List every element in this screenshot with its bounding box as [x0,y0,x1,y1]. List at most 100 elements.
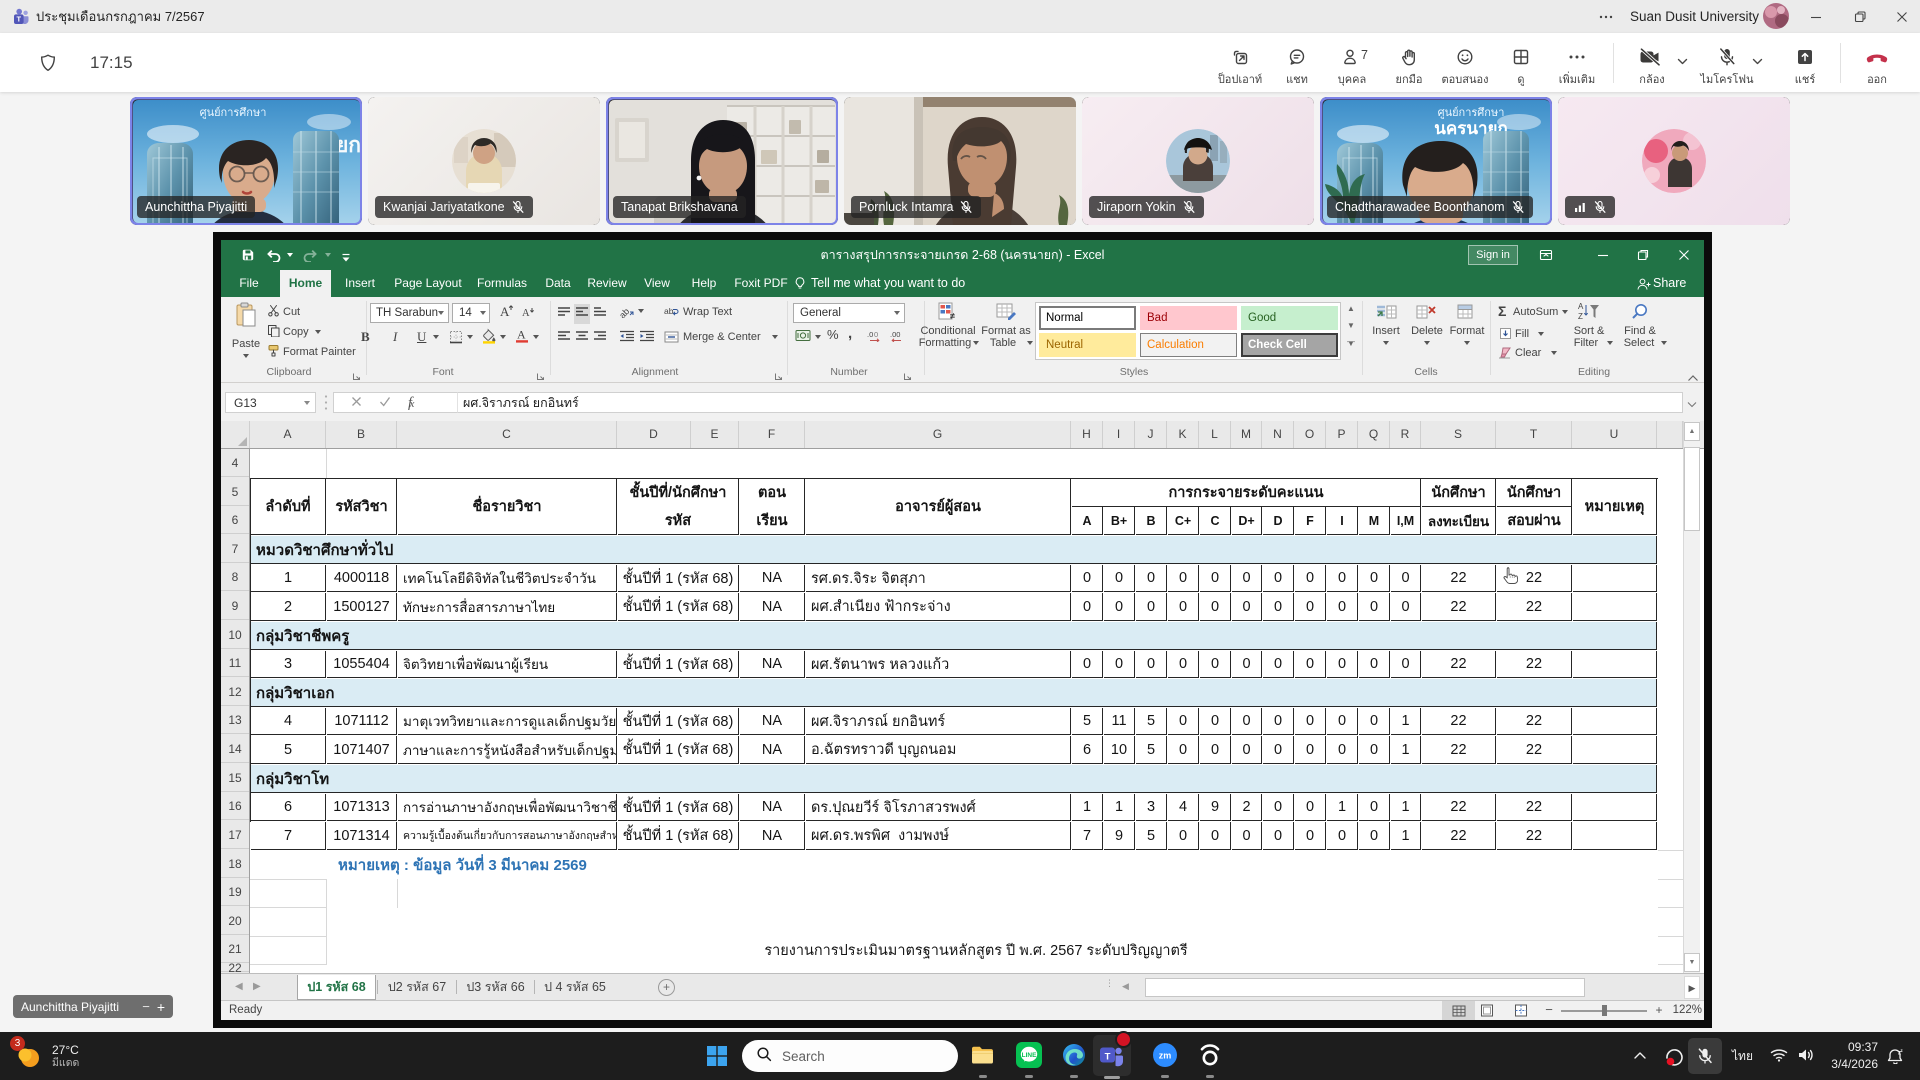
zoom-in-button[interactable]: + [1653,1001,1665,1020]
menu-tab-help[interactable]: Help [681,270,727,297]
cell-r8-sec[interactable]: NA [740,565,805,592]
borders-button[interactable] [449,330,463,349]
cell-r16-year[interactable]: ชั้นปีที่ 1 (รหัส 68) [618,794,739,821]
cell-r17-grade-6[interactable]: 0 [1263,822,1294,850]
cell-r14-passed[interactable]: 22 [1497,736,1572,764]
cell-r17-remark[interactable] [1573,822,1657,850]
participant-tile[interactable]: ศูนย์การศึกษา ยก Aunchittha Piyajitti [130,97,362,225]
view-page-break-icon[interactable] [1513,1004,1529,1020]
cell-r17-grade-1[interactable]: 9 [1104,822,1135,850]
menu-tab-view[interactable]: View [636,270,678,297]
start-button[interactable] [706,1045,728,1067]
cell-r17-code[interactable]: 1071314 [327,822,397,850]
font-name-combo[interactable]: TH Sarabun Ne [370,303,449,323]
cut-icon[interactable] [267,304,280,322]
cell-r16-grade-9[interactable]: 0 [1359,794,1390,821]
delete-cells-icon[interactable] [1416,303,1438,326]
cell-r11-grade-10[interactable]: 0 [1391,651,1421,678]
cell-r11-no[interactable]: 3 [251,651,326,678]
cell-r8-instructor[interactable]: รศ.ดร.จิระ จิตสุภา [806,565,1071,592]
cell-r13-grade-3[interactable]: 0 [1168,708,1199,735]
cell-r8-grade-1[interactable]: 0 [1104,565,1135,592]
column-header-D[interactable]: D [617,421,691,448]
find-select-icon[interactable] [1631,302,1649,325]
cell-r11-grade-8[interactable]: 0 [1327,651,1358,678]
cell-r8-grade-9[interactable]: 0 [1359,565,1390,592]
cell-r9-grade-6[interactable]: 0 [1263,593,1294,621]
cell-r14-remark[interactable] [1573,736,1657,764]
cell-r9-grade-1[interactable]: 0 [1104,593,1135,621]
cell-r14-grade-0[interactable]: 6 [1072,736,1103,764]
tray-volume-icon[interactable] [1797,1048,1815,1067]
cell-r13-passed[interactable]: 22 [1497,708,1572,735]
participant-tile[interactable] [1558,97,1790,225]
participant-tile[interactable]: Jiraporn Yokin [1082,97,1314,225]
column-header-K[interactable]: K [1167,421,1199,448]
cell-r14-grade-3[interactable]: 0 [1168,736,1199,764]
tab-nav-left-icon[interactable]: ◀ [235,981,249,995]
cell-r17-sec[interactable]: NA [740,822,805,850]
align-top-icon[interactable] [557,305,571,323]
cell-r13-grade-2[interactable]: 5 [1136,708,1167,735]
cell-r16-code[interactable]: 1071313 [327,794,397,821]
italic-button[interactable]: I [393,328,403,344]
row-header-17[interactable]: 17 [221,821,249,849]
cell-header-remark[interactable]: หมายเหตุ [1573,479,1657,535]
cell-r13-registered[interactable]: 22 [1422,708,1496,735]
menu-tab-foxit-pdf[interactable]: Foxit PDF [729,270,793,297]
cell-r9-code[interactable]: 1500127 [327,593,397,621]
menu-tab-insert[interactable]: Insert [334,270,386,297]
cell-section-row-12[interactable]: กลุ่มวิชาเอก [251,679,1657,707]
cell-r14-grade-4[interactable]: 0 [1200,736,1231,764]
cell-r9-grade-7[interactable]: 0 [1295,593,1326,621]
cell-r9-grade-9[interactable]: 0 [1359,593,1390,621]
toolbar-button-react[interactable]: ตอบสนอง [1437,37,1493,89]
cell-r14-grade-8[interactable]: 0 [1327,736,1358,764]
cell-r9-grade-3[interactable]: 0 [1168,593,1199,621]
cell-r11-grade-5[interactable]: 0 [1232,651,1262,678]
cell-r16-passed[interactable]: 22 [1497,794,1572,821]
cell-r16-course[interactable]: การอ่านภาษาอังกฤษเพื่อพัฒนาวิชาชี [398,794,617,821]
share-button[interactable]: Share [1653,270,1686,297]
cell-r13-code[interactable]: 1071112 [327,708,397,735]
cell-r8-grade-0[interactable]: 0 [1072,565,1103,592]
row-header-5[interactable]: 5 [221,478,249,506]
cell-r8-remark[interactable] [1573,565,1657,592]
taskbar-app-zoomapp[interactable]: zm [1152,1042,1178,1068]
style-gallery-item[interactable]: Calculation [1140,333,1237,357]
cell-r14-grade-5[interactable]: 0 [1232,736,1262,764]
tab-nav-right-icon[interactable]: ▶ [253,981,267,995]
participant-tile[interactable]: Pornluck Intamra [844,97,1076,225]
row-header-6[interactable]: 6 [221,507,249,534]
formula-field[interactable]: ผศ.จิราภรณ์ ยกอินทร์ [457,392,1683,413]
fill-color-button[interactable] [481,328,497,349]
clear-icon[interactable] [1498,346,1512,364]
chevron-down-icon[interactable] [1676,55,1689,73]
cell-r17-grade-9[interactable]: 0 [1359,822,1390,850]
cell-r11-registered[interactable]: 22 [1422,651,1496,678]
column-header-B[interactable]: B [326,421,397,448]
hscroll-thumb[interactable] [1145,978,1585,997]
cell-header-grade-C+[interactable]: C+ [1168,507,1199,535]
column-header-F[interactable]: F [739,421,805,448]
cell-r16-grade-8[interactable]: 1 [1327,794,1358,821]
cell-r16-grade-10[interactable]: 1 [1391,794,1421,821]
row-header-19[interactable]: 19 [221,879,249,906]
row-header-4[interactable]: 4 [221,449,249,477]
tray-wifi-icon[interactable] [1770,1048,1788,1067]
cell-r16-instructor[interactable]: ดร.ปุณยวีร์ จิโรภาสวรพงศ์ [806,794,1071,821]
row-header-18[interactable]: 18 [221,850,249,878]
cell-r9-instructor[interactable]: ผศ.สำเนียง ฟ้ากระจ่าง [806,593,1071,621]
toolbar-button-more[interactable]: เพิ่มเติม [1549,37,1605,89]
formula-enter-icon[interactable] [379,394,391,412]
cell-section-row-7[interactable]: หมวดวิชาศึกษาทั่วไป [251,536,1657,564]
participant-tile[interactable]: Tanapat Brikshavana [606,97,838,225]
menu-tab-data[interactable]: Data [537,270,579,297]
row-header-20[interactable]: 20 [221,907,249,935]
cell-header-passed2[interactable]: สอบผ่าน [1497,507,1572,535]
tray-mic-button[interactable] [1688,1038,1722,1074]
sort-filter-icon[interactable]: AZ [1578,301,1600,326]
cell-header-grade-I[interactable]: I [1327,507,1358,535]
sheet-tab-2[interactable]: ป2 รหัส 67 [379,975,455,1000]
cell-r8-course[interactable]: เทคโนโลยีดิจิทัลในชีวิตประจำวัน [398,565,617,592]
